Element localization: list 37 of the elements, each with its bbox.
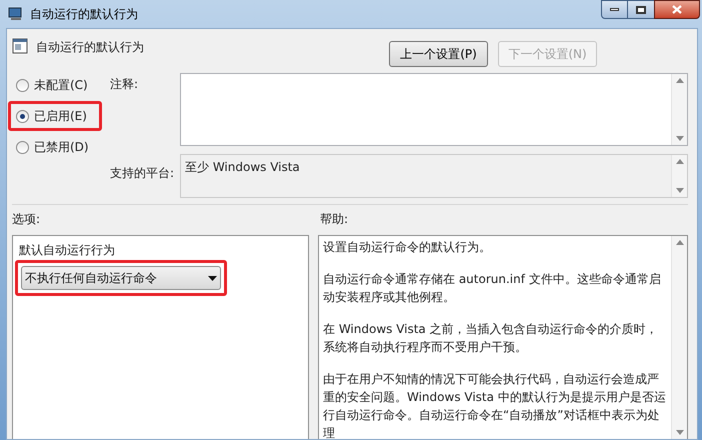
radio-label: 未配置(C) — [34, 77, 88, 94]
options-label: 选项: — [12, 211, 42, 228]
help-paragraph: 自动运行命令通常存储在 autorun.inf 文件中。这些命令通常启动安装程序或其他例程。 — [323, 271, 662, 306]
radio-button[interactable] — [16, 140, 29, 154]
scroll-down-icon[interactable] — [676, 136, 684, 141]
comment-label: 注释: — [110, 76, 140, 93]
scroll-down-icon[interactable] — [676, 188, 684, 193]
dropdown-arrow-icon — [208, 276, 217, 280]
dropdown[interactable]: 不执行任何自动运行命令 — [21, 266, 221, 290]
scrollbar[interactable] — [671, 74, 687, 145]
scroll-up-icon[interactable] — [676, 78, 684, 83]
platform-field: 至少 Windows Vista — [180, 154, 688, 198]
scroll-up-icon[interactable] — [676, 159, 684, 164]
window-title: 自动运行的默认行为 — [30, 6, 138, 23]
radio-button[interactable] — [16, 78, 29, 92]
radio-label: 已启用(E) — [34, 108, 87, 125]
close-icon — [672, 5, 682, 14]
scroll-down-icon[interactable] — [676, 430, 684, 435]
minimize-button[interactable] — [601, 0, 628, 19]
help-paragraph: 由于在用户不知情的情况下可能会执行代码，自动运行会造成严重的安全问题。Windows Vista 中的默认行为是提示用户是否运行自动运行命令。自动运行命令在“自动播放”对话框中表示为处理 — [323, 371, 667, 440]
help-paragraph: 在 Windows Vista 之前，当插入包含自动运行命令的介质时，系统将自动执行程序而不受用户干预。 — [323, 321, 659, 356]
comment-field[interactable] — [180, 73, 688, 146]
platform-label: 支持的平台: — [110, 165, 176, 182]
dropdown-label: 默认自动运行行为 — [19, 242, 116, 259]
policy-icon — [12, 38, 28, 54]
close-button[interactable] — [654, 0, 700, 19]
window-icon — [8, 7, 24, 21]
scrollbar[interactable] — [671, 155, 687, 197]
help-label: 帮助: — [320, 211, 348, 228]
scroll-up-icon[interactable] — [676, 240, 684, 245]
maximize-button[interactable] — [628, 0, 654, 19]
policy-title: 自动运行的默认行为 — [36, 39, 144, 56]
nav-button[interactable]: 上一个设置(P) — [389, 41, 488, 67]
radio-label: 已禁用(D) — [34, 139, 89, 156]
scrollbar[interactable] — [671, 236, 687, 439]
help-paragraph: 设置自动运行命令的默认行为。 — [323, 239, 492, 256]
radio-button[interactable] — [16, 110, 29, 122]
